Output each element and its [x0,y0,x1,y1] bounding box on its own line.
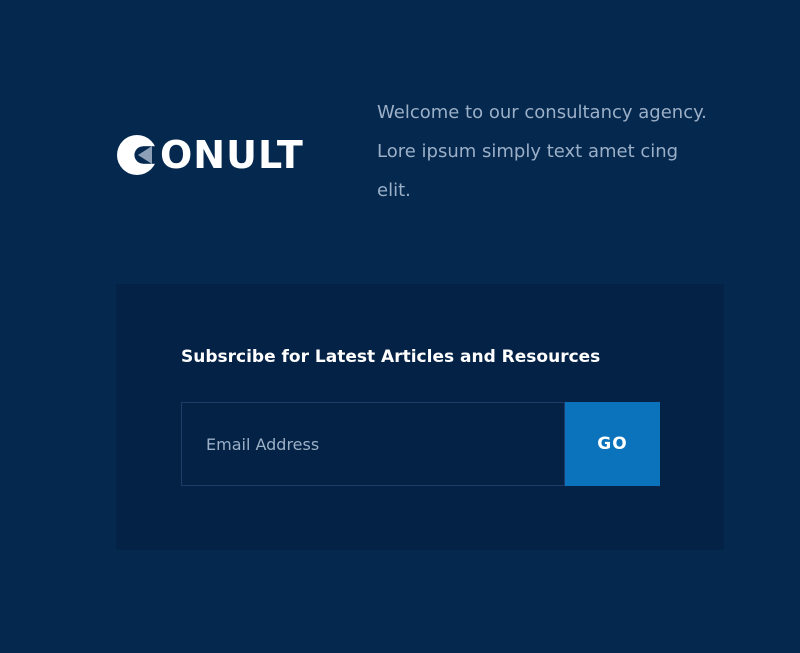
intro-text: Welcome to our consultancy agency. Lore … [377,102,707,201]
subscribe-title: Subsrcibe for Latest Articles and Resour… [181,347,601,367]
go-button[interactable]: GO [565,402,660,486]
subscribe-panel: Subsrcibe for Latest Articles and Resour… [116,284,724,550]
logo-mark-icon [117,135,158,175]
logo-text: ONULT [160,133,304,177]
brand-logo[interactable]: ONULT [116,134,304,176]
email-field[interactable] [181,402,565,486]
footer-section: ONULT Welcome to our consultancy agency.… [0,0,800,653]
